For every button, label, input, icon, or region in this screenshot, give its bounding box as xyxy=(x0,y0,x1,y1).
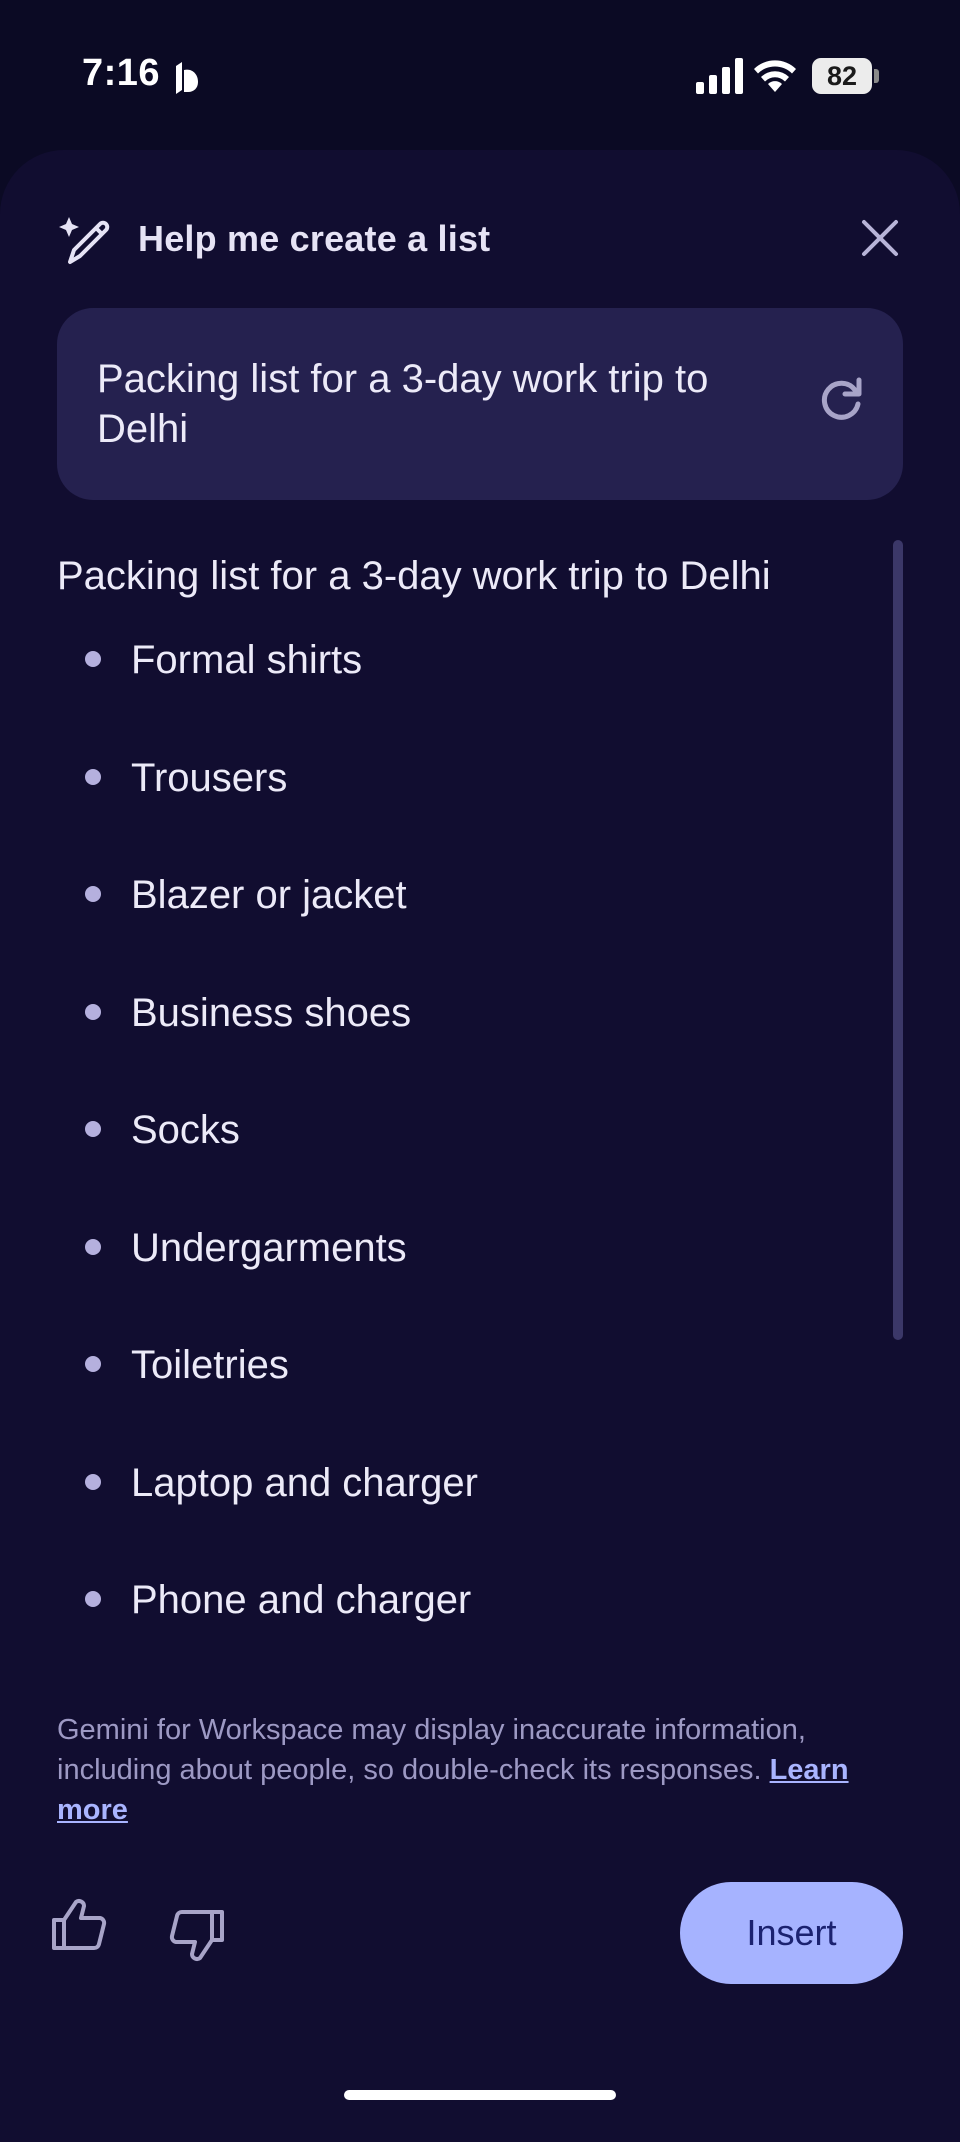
wifi-icon xyxy=(754,60,796,92)
bullet xyxy=(85,1003,101,1020)
cellular-signal-icon xyxy=(696,58,743,94)
do-not-disturb-icon xyxy=(176,62,198,94)
list-item: Phone and charger xyxy=(57,1570,857,1688)
list-item: Toiletries xyxy=(57,1335,857,1453)
thumbs-up-icon[interactable] xyxy=(50,1896,108,1954)
list-item: Socks xyxy=(57,1100,857,1218)
home-indicator[interactable] xyxy=(344,2090,616,2100)
bullet xyxy=(85,1473,101,1490)
scrollbar[interactable] xyxy=(893,540,903,1340)
list-item-text: Toiletries xyxy=(131,1343,289,1387)
sheet-header: Help me create a list xyxy=(56,210,904,290)
bullet xyxy=(85,1238,101,1255)
list-item: Undergarments xyxy=(57,1218,857,1336)
prompt-text: Packing list for a 3-day work trip to De… xyxy=(97,357,709,451)
list-item-text: Business shoes xyxy=(131,990,412,1035)
battery-level: 82 xyxy=(812,58,872,94)
bullet xyxy=(85,651,101,667)
disclaimer: Gemini for Workspace may display inaccur… xyxy=(57,1710,903,1830)
list-item: Laptop and charger xyxy=(57,1453,857,1571)
list-item-text: Blazer or jacket xyxy=(131,873,407,917)
thumbs-down-icon[interactable] xyxy=(168,1906,226,1964)
sheet-title: Help me create a list xyxy=(138,218,491,259)
bullet xyxy=(85,1356,101,1372)
status-time: 7:16 xyxy=(82,52,161,94)
bullet xyxy=(85,768,101,785)
result-area[interactable]: Packing list for a 3-day work trip to De… xyxy=(57,540,903,1840)
list-item: Business shoes xyxy=(57,983,857,1101)
screen: 7:16 82 Help me create a list Packing li… xyxy=(0,0,960,2142)
magic-pen-icon xyxy=(59,217,110,264)
list-item: Blazer or jacket xyxy=(57,865,857,983)
status-bar: 7:16 82 xyxy=(0,0,960,150)
result-list: Formal shirts Trousers Blazer or jacket … xyxy=(57,630,857,1688)
list-item-text: Laptop and charger xyxy=(131,1460,478,1505)
help-me-create-sheet: Help me create a list Packing list for a… xyxy=(0,150,960,2142)
list-item: Formal shirts xyxy=(57,630,857,748)
list-item-text: Formal shirts xyxy=(131,638,363,682)
insert-button[interactable]: Insert xyxy=(680,1882,903,1984)
list-item-text: Phone and charger xyxy=(131,1578,472,1622)
bullet xyxy=(85,1591,101,1607)
result-title: Packing list for a 3-day work trip to De… xyxy=(57,554,771,598)
bullet xyxy=(85,886,101,902)
list-item-text: Trousers xyxy=(131,755,288,800)
list-item: Trousers xyxy=(57,748,857,866)
refresh-icon[interactable] xyxy=(815,374,867,426)
battery-tip xyxy=(874,69,879,83)
prompt-card[interactable]: Packing list for a 3-day work trip to De… xyxy=(57,308,903,500)
bullet xyxy=(85,1121,101,1137)
list-item-text: Undergarments xyxy=(131,1225,407,1270)
battery-icon: 82 xyxy=(812,58,880,94)
list-item-text: Socks xyxy=(131,1108,240,1152)
disclaimer-text: Gemini for Workspace may display inaccur… xyxy=(57,1714,806,1786)
close-icon[interactable] xyxy=(856,214,904,262)
